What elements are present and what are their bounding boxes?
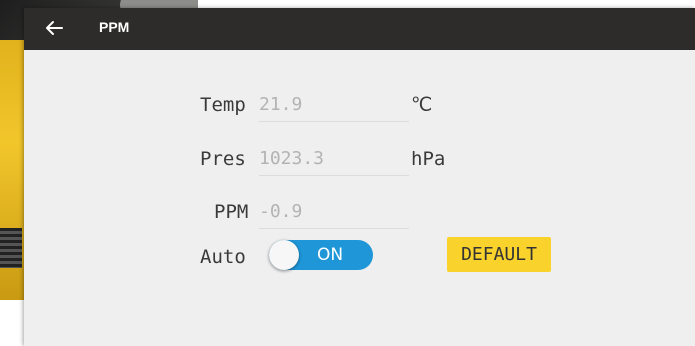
page-title: PPM (99, 19, 130, 35)
toggle-on-text: ON (317, 245, 344, 265)
pres-label: Pres (200, 148, 246, 170)
temp-label: Temp (200, 94, 246, 116)
toggle-knob (269, 240, 299, 270)
auto-label: Auto (200, 246, 246, 268)
ppm-label: PPM (214, 201, 249, 223)
ppm-input[interactable] (259, 201, 409, 229)
auto-toggle[interactable]: ON (269, 240, 373, 270)
temp-input[interactable] (259, 94, 409, 122)
app-bar: PPM (24, 8, 695, 50)
background-device-knob (0, 228, 22, 268)
pres-unit: hPa (411, 148, 446, 170)
pres-input[interactable] (259, 148, 409, 176)
arrow-left-icon[interactable] (42, 16, 66, 40)
default-button[interactable]: DEFAULT (447, 237, 551, 272)
ppm-window: PPM Temp ℃ Pres hPa PPM Auto ON DEFAULT (24, 8, 695, 346)
temp-unit: ℃ (411, 94, 433, 116)
